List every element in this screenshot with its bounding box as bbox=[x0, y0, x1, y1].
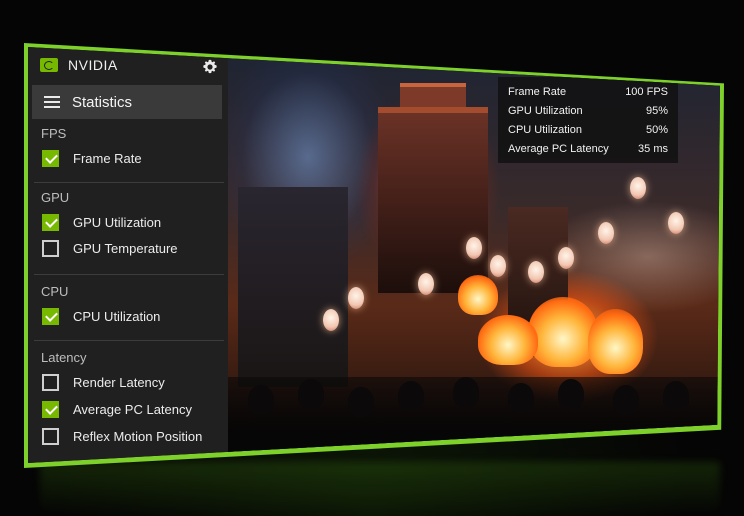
gear-icon[interactable] bbox=[202, 59, 218, 75]
overlay-row-gpu-utilization: GPU Utilization 95% bbox=[508, 102, 668, 121]
overlay-label: Average PC Latency bbox=[508, 143, 609, 155]
checkbox-unchecked[interactable] bbox=[42, 239, 59, 257]
scene-silhouette bbox=[453, 377, 479, 407]
option-label: Average PC Latency bbox=[73, 401, 192, 417]
nvidia-logo-icon bbox=[40, 58, 58, 72]
scene-silhouette bbox=[508, 383, 534, 413]
overlay-value: 35 ms bbox=[638, 143, 668, 155]
monitor-reflection bbox=[40, 462, 720, 516]
option-label: GPU Temperature bbox=[73, 240, 178, 256]
section-label-fps: FPS bbox=[41, 126, 67, 141]
scene-lantern bbox=[630, 177, 646, 199]
scene-fire bbox=[478, 315, 538, 365]
statistics-panel: NVIDIA Statistics FPS Frame Rate GPU GPU… bbox=[28, 47, 228, 463]
overlay-value: 100 FPS bbox=[625, 86, 668, 98]
scene-lantern bbox=[528, 261, 544, 283]
option-gpu-utilization[interactable]: GPU Utilization bbox=[42, 211, 161, 233]
statistics-menu-bar[interactable]: Statistics bbox=[32, 85, 222, 119]
overlay-row-average-pc-latency: Average PC Latency 35 ms bbox=[508, 140, 668, 159]
checkbox-checked[interactable] bbox=[42, 307, 59, 325]
option-average-pc-latency[interactable]: Average PC Latency bbox=[42, 398, 192, 420]
scene-lantern bbox=[490, 255, 506, 277]
section-divider bbox=[34, 274, 224, 275]
option-label: Render Latency bbox=[73, 374, 165, 390]
brand-name: NVIDIA bbox=[68, 57, 118, 73]
scene-fire bbox=[528, 297, 598, 367]
scene-lantern bbox=[558, 247, 574, 269]
scene-fire bbox=[588, 309, 643, 374]
option-cpu-utilization[interactable]: CPU Utilization bbox=[42, 305, 160, 327]
panel-title: Statistics bbox=[72, 93, 133, 111]
option-label: Reflex Motion Position bbox=[73, 428, 203, 444]
option-frame-rate[interactable]: Frame Rate bbox=[42, 147, 142, 169]
overlay-value: 50% bbox=[645, 124, 668, 136]
overlay-row-frame-rate: Frame Rate 100 FPS bbox=[508, 83, 668, 102]
section-label-cpu: CPU bbox=[41, 284, 69, 299]
scene-silhouette bbox=[558, 379, 584, 409]
performance-overlay: Frame Rate 100 FPS GPU Utilization 95% C… bbox=[498, 77, 678, 163]
option-label: GPU Utilization bbox=[73, 214, 162, 230]
hamburger-menu-icon[interactable] bbox=[44, 96, 60, 108]
overlay-value: 95% bbox=[645, 105, 668, 117]
section-divider bbox=[34, 182, 224, 183]
overlay-label: Frame Rate bbox=[508, 86, 567, 98]
monitor-screen: Frame Rate 100 FPS GPU Utilization 95% C… bbox=[28, 47, 720, 463]
option-reflex-motion-position[interactable]: Reflex Motion Position bbox=[42, 425, 202, 447]
scene-lantern bbox=[348, 287, 364, 309]
section-label-gpu: GPU bbox=[41, 190, 70, 205]
scene-fire bbox=[458, 275, 498, 315]
scene-lantern bbox=[418, 273, 434, 295]
scene-lantern bbox=[323, 309, 339, 331]
section-label-latency: Latency bbox=[41, 350, 87, 365]
overlay-label: CPU Utilization bbox=[508, 124, 582, 136]
scene-lantern bbox=[668, 212, 684, 234]
scene-silhouette bbox=[663, 381, 689, 411]
scene-lantern bbox=[466, 237, 482, 259]
option-label: Frame Rate bbox=[73, 150, 142, 166]
checkbox-checked[interactable] bbox=[42, 400, 59, 418]
option-render-latency[interactable]: Render Latency bbox=[42, 371, 165, 393]
scene-silhouette bbox=[248, 385, 274, 415]
scene-silhouette bbox=[348, 387, 374, 417]
checkbox-checked[interactable] bbox=[42, 213, 59, 231]
scene-lantern bbox=[598, 222, 614, 244]
scene-building bbox=[238, 187, 348, 387]
overlay-label: GPU Utilization bbox=[508, 105, 583, 117]
scene-silhouette bbox=[613, 385, 639, 415]
option-gpu-temperature[interactable]: GPU Temperature bbox=[42, 237, 178, 259]
scene-tower bbox=[378, 107, 488, 293]
scene-silhouette bbox=[298, 379, 324, 409]
overlay-row-cpu-utilization: CPU Utilization 50% bbox=[508, 121, 668, 140]
option-label: CPU Utilization bbox=[73, 308, 161, 324]
scene-silhouette bbox=[398, 381, 424, 411]
checkbox-unchecked[interactable] bbox=[42, 427, 59, 445]
checkbox-checked[interactable] bbox=[42, 149, 59, 167]
checkbox-unchecked[interactable] bbox=[42, 373, 59, 391]
section-divider bbox=[34, 340, 224, 341]
